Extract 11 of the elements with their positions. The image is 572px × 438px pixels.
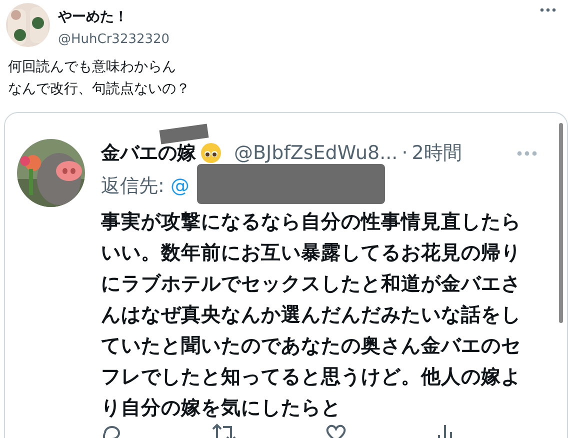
- quoted-tweet-text: 事実が攻撃になるなら自分の性事情見直したらいい。数年前にお互い暴露してるお花見の帰りにラブホテルでセックスしたと和道が金バエさんはなぜ真央なんか選んだんだみたいな話をしていたと聞いたのであなたの奥さん金バエのセフレでしたと知ってると思うけど。他人の嫁より自分の嫁を気にしたらと: [101, 209, 522, 421]
- display-name[interactable]: 金バエの嫁: [101, 139, 196, 168]
- reply-label: 返信先:: [101, 174, 164, 196]
- user-handle[interactable]: @BJbfZsEdWu8...: [234, 139, 398, 168]
- user-handle[interactable]: @HuhCr3232320: [58, 30, 532, 50]
- quoted-tweet-card[interactable]: 金バエの嫁 @BJbfZsEdWu8... · 2時間 返信先: @ 事実が攻撃になるなら自分の性事情見直したらいい。数年前にお互い暴露してるお花見の帰りにラブホテルでセックスしたと和道が金バエさんはなぜ真央なんか選んだんだみたいな話をしていたと聞いたのであなたの奥さん金バエのセフレでしたと知ってると思うけど。他人の嫁より自分の嫁を気にしたらと: [4, 112, 568, 438]
- timestamp[interactable]: 2時間: [412, 139, 462, 168]
- display-name[interactable]: やーめた！: [58, 8, 532, 26]
- tweet-text-line: 何回読んでも意味わからん: [8, 58, 177, 77]
- tweet-text-line: なんで改行、句読点ないの？: [8, 80, 191, 99]
- separator: ·: [402, 141, 408, 166]
